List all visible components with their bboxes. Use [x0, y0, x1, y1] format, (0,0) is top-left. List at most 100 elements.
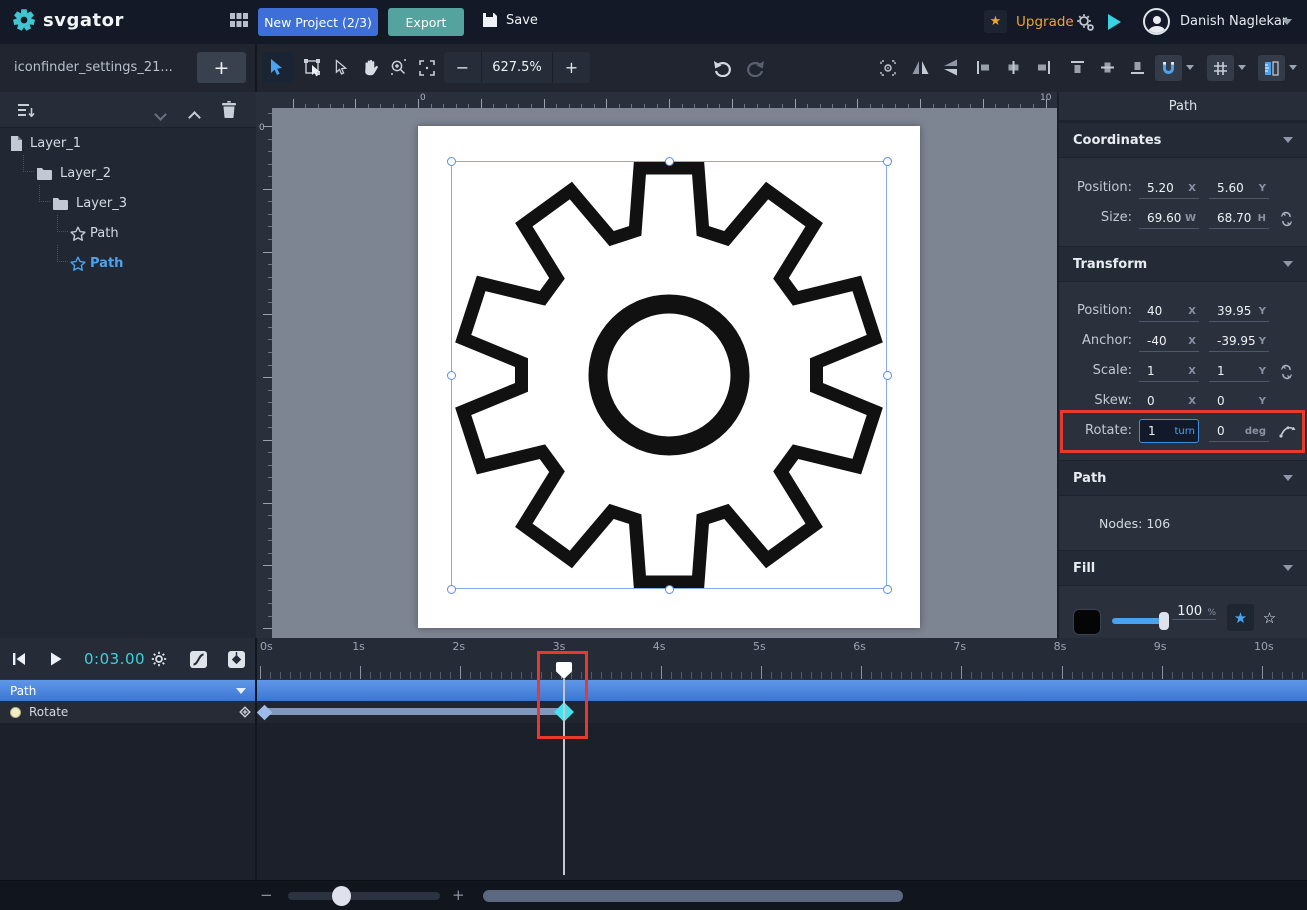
flip-vertical-button[interactable] — [935, 52, 966, 83]
fit-view-button[interactable] — [411, 52, 442, 83]
settings-gears-icon[interactable] — [1076, 13, 1095, 32]
section-coordinates[interactable]: Coordinates — [1059, 122, 1307, 158]
selection-handle[interactable] — [664, 584, 674, 594]
layer-row-path-4[interactable]: Path — [0, 248, 256, 278]
timeline-zoom-slider[interactable] — [288, 892, 440, 900]
zoom-level[interactable]: 627.5% — [481, 52, 553, 83]
rotate-animation-span[interactable] — [260, 708, 566, 715]
apps-grid-icon[interactable] — [230, 13, 248, 28]
fill-opacity-input[interactable]: 100 % — [1172, 604, 1216, 620]
skew-x-input[interactable]: 0X — [1139, 391, 1199, 412]
zoom-tool-button[interactable] — [383, 52, 414, 83]
link-scale-icon[interactable] — [1279, 364, 1294, 380]
timeline-play-button[interactable] — [50, 652, 62, 666]
selection-handle[interactable] — [446, 584, 456, 594]
select-tool-button[interactable] — [262, 52, 293, 83]
zoom-out-button[interactable]: − — [444, 52, 481, 83]
position-x-input[interactable]: 5.20 X — [1139, 178, 1199, 199]
current-time[interactable]: 0:03.00 — [84, 650, 145, 668]
animate-fill-button[interactable]: ★ — [1227, 604, 1254, 631]
layer-row-path-3[interactable]: Path — [0, 218, 256, 248]
save-button[interactable]: Save — [482, 12, 538, 28]
selection-handle[interactable] — [446, 370, 456, 380]
scale-y-input[interactable]: 1Y — [1209, 361, 1269, 382]
size-height-input[interactable]: 68.70 H — [1209, 208, 1269, 229]
undo-button[interactable] — [707, 52, 738, 83]
section-transform[interactable]: Transform — [1059, 246, 1307, 282]
redo-button[interactable] — [739, 52, 770, 83]
grid-toggle-button[interactable] — [1207, 55, 1234, 81]
section-path[interactable]: Path — [1059, 460, 1307, 496]
project-name[interactable]: iconfinder_settings_21... — [14, 60, 173, 75]
timeline-ruler[interactable]: 0s 1s 2s 3s 4s 5s 6s 7s 8s 9s 10s — [256, 638, 1307, 679]
timeline-scrollbar[interactable] — [483, 890, 903, 902]
flip-horizontal-button[interactable] — [905, 52, 936, 83]
anchor-y-input[interactable]: -39.95 Y — [1209, 331, 1269, 352]
export-button[interactable]: Export — [388, 8, 464, 36]
track-collapse-caret-icon[interactable] — [236, 688, 246, 694]
selection-handle[interactable] — [664, 156, 674, 166]
origin-target-button[interactable] — [872, 52, 903, 83]
timeline-zoom-in-button[interactable]: + — [452, 886, 465, 904]
timeline-track-rotate[interactable]: Rotate — [0, 701, 256, 723]
selection-bounding-box[interactable] — [451, 161, 887, 589]
align-top-button[interactable] — [1062, 52, 1093, 83]
node-tool-button[interactable] — [326, 52, 357, 83]
snapping-caret-icon[interactable] — [1186, 65, 1194, 70]
layer-sort-icon[interactable] — [18, 103, 35, 117]
rulers-toggle-button[interactable] — [1258, 55, 1285, 81]
size-width-input[interactable]: 69.60 W — [1139, 208, 1199, 229]
timeline-zoom-handle[interactable] — [332, 886, 351, 906]
timeline-zoom-out-button[interactable]: − — [260, 886, 273, 904]
selection-handle[interactable] — [882, 370, 892, 380]
rulers-caret-icon[interactable] — [1289, 65, 1297, 70]
pan-tool-button[interactable] — [354, 52, 385, 83]
layer-row-layer_1-0[interactable]: Layer_1 — [0, 128, 256, 158]
svgator-logo[interactable]: svgator — [12, 8, 124, 32]
layer-row-layer_2-1[interactable]: Layer_2 — [0, 158, 256, 188]
align-center-horizontal-button[interactable] — [998, 52, 1029, 83]
align-middle-vertical-button[interactable] — [1092, 52, 1123, 83]
align-bottom-button[interactable] — [1122, 52, 1153, 83]
avatar[interactable] — [1143, 8, 1170, 35]
canvas-area[interactable]: 0 10 0 — [256, 92, 1057, 638]
new-project-button[interactable]: New Project (2/3) — [258, 8, 378, 36]
add-keyframe-icon[interactable] — [238, 705, 252, 719]
fill-opacity-slider-handle[interactable] — [1159, 612, 1169, 630]
expand-all-button[interactable] — [188, 107, 201, 126]
transform-position-x-input[interactable]: 40 X — [1139, 301, 1199, 322]
preview-play-button[interactable] — [1108, 14, 1121, 30]
static-fill-button[interactable]: ☆ — [1256, 604, 1283, 631]
user-menu-caret-icon[interactable] — [1282, 19, 1292, 25]
selection-handle[interactable] — [882, 156, 892, 166]
easing-panel-button[interactable] — [190, 651, 207, 668]
zoom-in-button[interactable]: + — [553, 52, 590, 83]
position-y-input[interactable]: 5.60 Y — [1209, 178, 1269, 199]
timeline-track-path[interactable]: Path — [0, 679, 1307, 701]
anchor-x-input[interactable]: -40 X — [1139, 331, 1199, 352]
collapse-all-button[interactable] — [154, 104, 167, 123]
align-left-button[interactable] — [968, 52, 999, 83]
selection-handle[interactable] — [446, 156, 456, 166]
layer-row-layer_3-2[interactable]: Layer_3 — [0, 188, 256, 218]
user-name[interactable]: Danish Naglekar — [1180, 14, 1287, 29]
snapping-toggle-button[interactable] — [1155, 55, 1182, 81]
transform-tool-button[interactable] — [297, 52, 328, 83]
add-project-button[interactable]: + — [197, 52, 246, 83]
link-dimensions-icon[interactable] — [1279, 211, 1294, 227]
section-fill[interactable]: Fill — [1059, 550, 1307, 586]
animate-rotation-icon[interactable] — [1279, 423, 1296, 439]
keyframes-panel-button[interactable] — [228, 651, 245, 668]
align-right-button[interactable] — [1028, 52, 1059, 83]
upgrade-button[interactable]: ★ Upgrade — [984, 10, 1074, 33]
delete-layer-button[interactable] — [222, 101, 236, 118]
transform-position-y-input[interactable]: 39.95 Y — [1209, 301, 1269, 322]
timeline-settings-button[interactable] — [151, 651, 167, 667]
fill-color-swatch[interactable] — [1073, 609, 1101, 635]
selection-handle[interactable] — [882, 584, 892, 594]
grid-caret-icon[interactable] — [1238, 65, 1246, 70]
skip-to-start-button[interactable] — [12, 652, 26, 666]
rotate-turn-input[interactable]: 1 turn — [1139, 419, 1199, 443]
scale-x-input[interactable]: 1X — [1139, 361, 1199, 382]
skew-y-input[interactable]: 0Y — [1209, 391, 1269, 412]
